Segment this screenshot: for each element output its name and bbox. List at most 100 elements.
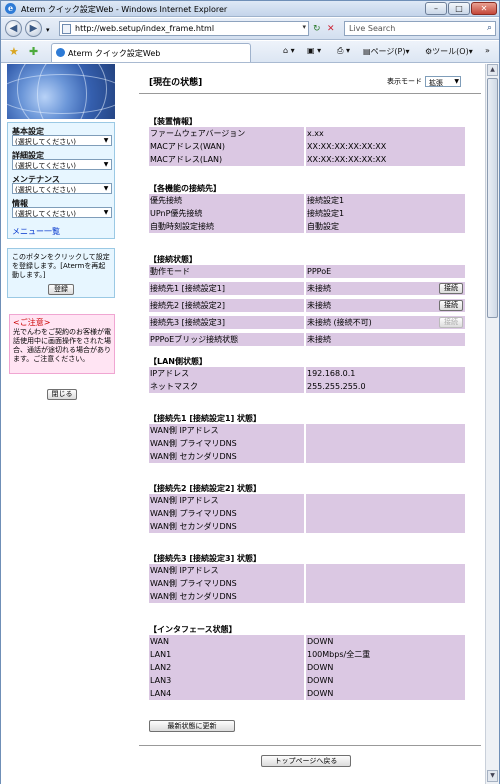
basic-settings-select[interactable]: (選択してください) ▼ [12, 135, 112, 146]
status-row: WAN側 セカンダリDNS [149, 520, 465, 533]
status-value [306, 450, 465, 463]
forward-button[interactable]: ▶ [25, 20, 42, 37]
address-url: http://web.setup/index_frame.html [75, 24, 215, 33]
status-value: DOWN [306, 674, 465, 687]
status-row: WAN側 セカンダリDNS [149, 590, 465, 603]
print-icon[interactable]: ⎙ ▾ [337, 46, 350, 56]
command-bar: ★ ✚ Aterm クイック設定Web ⌂ ▾ ▣ ▾ ⎙ ▾ ▤ページ(P)▾… [1, 41, 499, 63]
status-key: WAN側 セカンダリDNS [149, 590, 304, 603]
status-key: 接続先2 [接続設定2] [149, 299, 304, 312]
page-content: 基本設定 (選択してください) ▼ 詳細設定 (選択してください) ▼ メンテナンス… [1, 64, 485, 784]
menu-list-link[interactable]: メニュー一覧 [12, 226, 60, 237]
status-value [306, 577, 465, 590]
status-value: DOWN [306, 661, 465, 674]
address-field[interactable]: http://web.setup/index_frame.html ▾ [59, 21, 309, 36]
display-mode-select[interactable]: 拡張 ▼ [425, 76, 461, 87]
refresh-icon[interactable]: ↻ [313, 23, 321, 35]
refresh-status-button[interactable]: 最新状態に更新 [149, 720, 235, 732]
status-row: 接続先1 [接続設定1] 未接続 接続 [149, 282, 465, 295]
status-value: 接続設定1 [306, 194, 465, 207]
status-value [306, 424, 465, 437]
status-row: LAN1 100Mbps/全二重 [149, 648, 465, 661]
tools-menu[interactable]: ⚙ツール(O)▾ [425, 46, 473, 57]
status-key: WAN側 IPアドレス [149, 564, 304, 577]
status-key: MACアドレス(WAN) [149, 140, 304, 153]
status-value: 100Mbps/全二重 [306, 648, 465, 661]
back-to-top-button[interactable]: トップページへ戻る [261, 755, 351, 767]
home-icon[interactable]: ⌂ ▾ [283, 46, 295, 55]
status-key: LAN2 [149, 661, 304, 674]
help-icon[interactable]: » [485, 46, 490, 55]
status-row: 自動時刻設定接続 自動設定 [149, 220, 465, 233]
scroll-up-icon[interactable]: ▲ [487, 64, 498, 76]
page-icon [62, 24, 71, 34]
section-title: 【インタフェース状態】 [149, 625, 237, 634]
advanced-settings-select[interactable]: (選択してください) ▼ [12, 159, 112, 170]
close-window-button[interactable]: ✕ [471, 2, 497, 15]
stop-icon[interactable]: ✕ [327, 23, 335, 35]
section-title: 【接続先3 [接続設定3] 状態】 [149, 554, 262, 563]
warning-box: <ご注意> 光でんわをご契約のお客様が電話使用中に画面操作をされた場合、通話が途… [9, 314, 115, 374]
tab-aterm[interactable]: Aterm クイック設定Web [51, 43, 251, 62]
status-key: WAN側 プライマリDNS [149, 437, 304, 450]
status-key: ネットマスク [149, 380, 304, 393]
status-row: PPPoEブリッジ接続状態 未接続 [149, 333, 465, 346]
address-bar-row: ◀ ▶ ▾ http://web.setup/index_frame.html … [1, 18, 499, 40]
status-row: IPアドレス 192.168.0.1 [149, 367, 465, 380]
status-value: DOWN [306, 635, 465, 648]
scroll-thumb[interactable] [487, 78, 498, 318]
left-frame: 基本設定 (選択してください) ▼ 詳細設定 (選択してください) ▼ メンテナンス… [5, 64, 115, 784]
info-select[interactable]: (選択してください) ▼ [12, 207, 112, 218]
display-mode: 表示モード 拡張 ▼ [387, 76, 461, 87]
status-row: WAN DOWN [149, 635, 465, 648]
feeds-icon[interactable]: ▣ ▾ [307, 46, 321, 55]
divider [139, 93, 481, 94]
maintenance-select[interactable]: (選択してください) ▼ [12, 183, 112, 194]
section-title: 【装置情報】 [149, 117, 197, 126]
status-key: 接続先1 [接続設定1] [149, 282, 304, 295]
add-favorites-icon[interactable]: ✚ [29, 45, 38, 58]
status-row: WAN側 IPアドレス [149, 564, 465, 577]
status-value: x.xx [306, 127, 465, 140]
status-key: LAN4 [149, 687, 304, 700]
vertical-scrollbar[interactable]: ▲ ▼ [485, 64, 499, 784]
status-key: 接続先3 [接続設定3] [149, 316, 304, 329]
status-value: 255.255.255.0 [306, 380, 465, 393]
status-key: IPアドレス [149, 367, 304, 380]
settings-menu-box: 基本設定 (選択してください) ▼ 詳細設定 (選択してください) ▼ メンテナンス… [7, 122, 115, 239]
status-row: LAN3 DOWN [149, 674, 465, 687]
scroll-down-icon[interactable]: ▼ [487, 770, 498, 782]
connect-button[interactable]: 接続 [439, 283, 463, 294]
chevron-down-icon: ▼ [454, 78, 459, 85]
warning-text: 光でんわをご契約のお客様が電話使用中に画面操作をされた場合、通話が途切れる場合が… [13, 328, 111, 363]
status-key: PPPoEブリッジ接続状態 [149, 333, 304, 346]
favorites-star-icon[interactable]: ★ [9, 45, 19, 58]
status-row: 接続先2 [接続設定2] 未接続 接続 [149, 299, 465, 312]
status-row: 優先接続 接続設定1 [149, 194, 465, 207]
close-button[interactable]: 閉じる [47, 389, 77, 400]
register-info-text: このボタンをクリックして設定を登録します。[Atermを再起動します。] [12, 253, 110, 279]
status-row: LAN2 DOWN [149, 661, 465, 674]
status-value: XX:XX:XX:XX:XX:XX [306, 140, 465, 153]
register-button[interactable]: 登録 [48, 284, 74, 295]
status-key: WAN側 セカンダリDNS [149, 520, 304, 533]
connect-button[interactable]: 接続 [439, 300, 463, 311]
status-key: WAN側 IPアドレス [149, 424, 304, 437]
status-key: 自動時刻設定接続 [149, 220, 304, 233]
address-dropdown-icon[interactable]: ▾ [302, 23, 306, 31]
status-row: WAN側 プライマリDNS [149, 437, 465, 450]
back-button[interactable]: ◀ [5, 20, 22, 37]
divider [139, 745, 481, 746]
status-key: 動作モード [149, 265, 304, 278]
status-row: WAN側 IPアドレス [149, 424, 465, 437]
search-icon[interactable]: ⌕ [487, 23, 492, 33]
page-menu[interactable]: ▤ページ(P)▾ [363, 46, 409, 57]
status-value: 接続設定1 [306, 207, 465, 220]
section-title: 【接続状態】 [149, 255, 197, 264]
search-field[interactable]: Live Search ⌕ [344, 21, 496, 36]
status-row: LAN4 DOWN [149, 687, 465, 700]
minimize-button[interactable]: – [425, 2, 447, 15]
history-dropdown-icon[interactable]: ▾ [46, 24, 50, 36]
status-row: WAN側 プライマリDNS [149, 577, 465, 590]
maximize-button[interactable]: □ [448, 2, 470, 15]
